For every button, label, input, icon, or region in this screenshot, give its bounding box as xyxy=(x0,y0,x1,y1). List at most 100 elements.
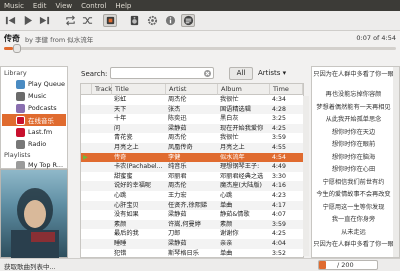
album-art-image xyxy=(11,188,59,259)
album-cell: 邓丽君经典之选 xyxy=(220,172,264,180)
lyrics-scrollbar[interactable] xyxy=(393,67,399,257)
title-cell: 心跳 xyxy=(114,192,127,199)
next-button[interactable] xyxy=(37,14,51,27)
sidebar-item-lastfm[interactable]: Last.fm xyxy=(2,126,66,138)
lyrics-current-line: 只因为在人群中多看了你一眼 xyxy=(313,71,394,78)
repeat-icon xyxy=(65,15,75,26)
album-cell: 我很忙 xyxy=(220,134,239,142)
lyric-line: 想你时你在心田 xyxy=(331,166,376,173)
table-row[interactable]: 十年 陈奕迅 黑白灰 3:25 xyxy=(81,114,303,124)
table-row[interactable]: ▶ 传奇 李健 似水流年 4:54 xyxy=(81,152,303,163)
column-time[interactable]: Time xyxy=(270,84,303,95)
table-row[interactable]: 卡农(Pachabel... 纯音乐 理想钢琴王子: 4:49 xyxy=(81,162,303,172)
library-header: Library xyxy=(4,69,27,77)
column-playing[interactable] xyxy=(81,84,92,95)
title-cell: 十年 xyxy=(114,115,127,123)
lyric-line: 想你时你在天边 xyxy=(331,128,376,136)
table-row[interactable]: 睡睡 梁静茹 亲亲 4:04 xyxy=(81,239,303,249)
music-icon xyxy=(16,91,25,101)
search-label: Search: xyxy=(81,70,108,78)
preferences-button[interactable] xyxy=(145,14,159,27)
seek-bar-fill xyxy=(4,47,14,50)
volume-button[interactable] xyxy=(127,14,141,27)
table-row[interactable]: 彩虹 周杰伦 我很忙 4:34 xyxy=(81,95,303,105)
info-icon xyxy=(165,15,175,26)
all-button[interactable]: All xyxy=(229,67,253,80)
table-row[interactable]: 月亮之上 凤凰传奇 月亮之上 4:55 xyxy=(81,143,303,153)
table-row[interactable]: 青花瓷 周杰伦 我很忙 3:59 xyxy=(81,133,303,143)
sidebar-item-label: Last.fm xyxy=(28,128,53,136)
sidebar-item-label: 在线音乐 xyxy=(28,117,54,125)
menu-control[interactable]: Control xyxy=(81,2,106,10)
speaker-icon xyxy=(130,15,138,26)
lyrics-toggle-button[interactable] xyxy=(181,14,195,27)
sidebar-item-label: Podcasts xyxy=(28,104,57,112)
table-row[interactable]: 问 梁静茹 现在开始我爱你 4:25 xyxy=(81,123,303,134)
visualizer-button[interactable] xyxy=(103,14,117,27)
artist-cell: 斯琴格日乐 xyxy=(168,249,199,257)
next-icon xyxy=(39,16,49,25)
browser-select[interactable]: Artists ▾ xyxy=(258,69,286,77)
search-input[interactable] xyxy=(110,67,214,79)
title-cell: 传奇 xyxy=(114,153,127,161)
lyrics-pane: 只因为在人群中多看了你一眼 再也没能忘掉你容颜 梦想着偶然能有一天再相见 从此我开始… xyxy=(311,66,400,258)
table-row[interactable]: 素颜 许嵩,何曼婷 素颜 3:59 xyxy=(81,219,303,230)
table-row[interactable]: 说好的幸福呢 周杰伦 魔杰座(大陆版) 4:16 xyxy=(81,181,303,191)
time-cell: 4:25 xyxy=(272,124,286,132)
sidebar-item-label: Play Queue xyxy=(28,80,65,88)
shuffle-button[interactable] xyxy=(80,14,94,27)
gear-icon xyxy=(147,15,157,26)
sidebar-item-music[interactable]: Music xyxy=(2,90,66,102)
time-cell: 3:59 xyxy=(272,134,286,142)
now-playing-artist-album: by 李健 from 似水流年 xyxy=(25,36,94,44)
column-artist[interactable]: Artist xyxy=(166,84,218,95)
title-cell: 睡睡 xyxy=(114,240,127,247)
track-list-scrollbar[interactable] xyxy=(303,96,309,256)
play-button[interactable] xyxy=(20,14,34,27)
lyric-line: 从此我开始孤单思念 xyxy=(325,116,382,123)
previous-button[interactable] xyxy=(3,14,17,27)
title-cell: 最后的我 xyxy=(114,230,139,238)
artist-cell: 周杰伦 xyxy=(168,182,187,190)
artist-cell: 凤凰传奇 xyxy=(168,144,193,151)
radio-icon xyxy=(16,139,25,149)
sidebar-item-online-music[interactable]: 在线音乐 xyxy=(2,114,66,126)
lyric-line: 我一直在你身旁 xyxy=(331,216,376,223)
repeat-button[interactable] xyxy=(63,14,77,27)
menu-help[interactable]: Help xyxy=(115,2,131,10)
table-row[interactable]: 甜蜜蜜 邓丽君 邓丽君经典之选 3:30 xyxy=(81,172,303,182)
menu-edit[interactable]: Edit xyxy=(33,2,47,10)
time-cell: 4:34 xyxy=(272,96,286,103)
artist-cell: 刀郎 xyxy=(168,230,181,238)
playing-icon: ▶ xyxy=(83,153,88,161)
time-cell: 3:30 xyxy=(272,172,286,180)
menu-music[interactable]: Music xyxy=(4,2,24,10)
column-album[interactable]: Album xyxy=(218,84,270,95)
table-row[interactable]: 天下 张杰 国语精选辑 4:28 xyxy=(81,104,303,115)
time-position: 0:07 of 4:54 xyxy=(356,34,396,42)
seek-bar[interactable] xyxy=(4,47,396,50)
toolbar xyxy=(0,11,400,31)
sidebar-item-play-queue[interactable]: Play Queue xyxy=(2,78,66,90)
table-row[interactable]: 心跳 王力宏 心跳 4:23 xyxy=(81,191,303,201)
table-row[interactable]: 没有如果 梁静茹 静茹&情歌 4:07 xyxy=(81,210,303,220)
sidebar-item-podcasts[interactable]: Podcasts xyxy=(2,102,66,114)
online-music-icon xyxy=(16,115,25,125)
title-cell: 天下 xyxy=(114,105,127,113)
sidebar-item-radio[interactable]: Radio xyxy=(2,138,66,150)
table-row[interactable]: 心肝宝贝 任贤齐,徐熙娣 单曲 4:17 xyxy=(81,200,303,211)
column-title[interactable]: Title xyxy=(112,84,166,95)
table-row[interactable]: 最后的我 刀郎 谢谢你 4:25 xyxy=(81,229,303,239)
title-cell: 月亮之上 xyxy=(114,144,139,151)
info-button[interactable] xyxy=(163,14,177,27)
table-row[interactable]: 犯错 斯琴格日乐 单曲 3:52 xyxy=(81,249,303,257)
column-track[interactable]: Track xyxy=(92,84,112,95)
load-count: / 200 xyxy=(337,261,354,269)
lyric-line: 只因为在人群中多看了你一眼 xyxy=(313,241,394,248)
title-cell: 问 xyxy=(114,124,121,132)
clear-icon[interactable] xyxy=(204,70,211,77)
menu-view[interactable]: View xyxy=(55,2,72,10)
artist-cell: 梁静茹 xyxy=(168,124,187,132)
seek-handle[interactable] xyxy=(13,44,21,53)
artist-cell: 任贤齐,徐熙娣 xyxy=(168,201,208,209)
